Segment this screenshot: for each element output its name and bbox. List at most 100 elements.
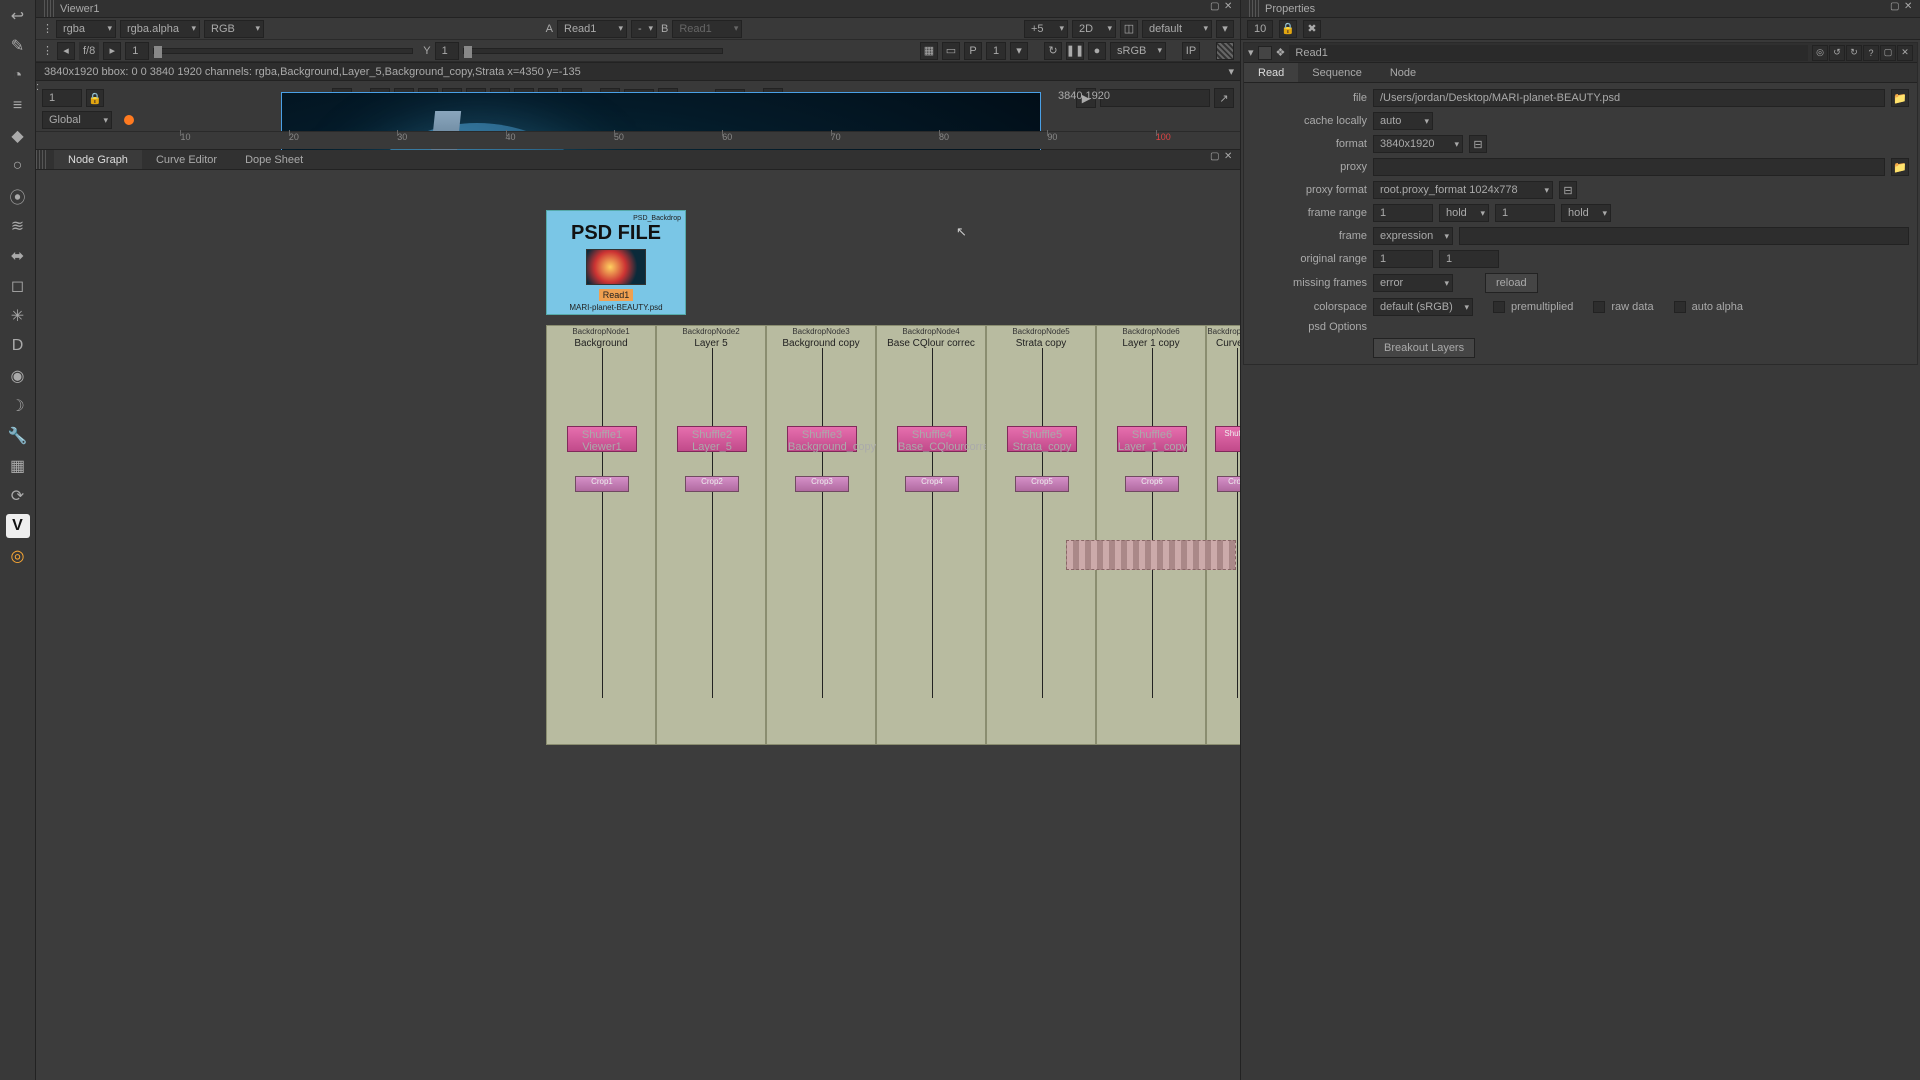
first-frame-field[interactable]: 1 — [42, 89, 82, 107]
gain-slider[interactable] — [153, 48, 413, 54]
gain-dropdown[interactable]: +5 — [1024, 20, 1068, 38]
undock-icon[interactable]: ▢ — [1210, 1, 1222, 13]
alpha-dropdown[interactable]: rgba.alpha — [120, 20, 200, 38]
reload-button[interactable]: reload — [1485, 273, 1538, 293]
viewer-statusbar[interactable]: 3840x1920 bbox: 0 0 3840 1920 channels: … — [36, 62, 1240, 80]
tool-d-icon[interactable]: D — [6, 334, 30, 358]
shuffle-node[interactable]: Shuffle2Layer_5 — [677, 426, 747, 452]
pause-icon[interactable]: ❚❚ — [1066, 42, 1084, 60]
colorspace-dropdown[interactable]: RGB — [204, 20, 264, 38]
orig-first-field[interactable]: 1 — [1373, 250, 1433, 268]
raw-checkbox[interactable] — [1593, 301, 1605, 313]
node-graph-canvas[interactable]: PSD_Backdrop PSD FILE Read1 MARI-planet-… — [36, 170, 1240, 1080]
viewmode-dropdown[interactable]: 2D — [1072, 20, 1116, 38]
tool-star-icon[interactable]: ✳ — [6, 304, 30, 328]
layer-column[interactable]: BackdropNode1BackgroundShuffle1Viewer1Cr… — [546, 325, 656, 745]
tab-dope-sheet[interactable]: Dope Sheet — [231, 150, 317, 169]
clear-all-icon[interactable]: ✖ — [1303, 20, 1321, 38]
ip-button[interactable]: IP — [1182, 42, 1200, 60]
tool-cube-icon[interactable]: ◻ — [6, 274, 30, 298]
gain-value[interactable]: 1 — [125, 42, 149, 60]
frame-mode-dropdown[interactable]: expression — [1373, 227, 1453, 245]
gamma-value[interactable]: 1 — [435, 42, 459, 60]
tool-grid-icon[interactable]: ▦ — [6, 454, 30, 478]
folder-icon[interactable]: 📁 — [1891, 158, 1909, 176]
redo-icon[interactable]: ↻ — [1846, 45, 1862, 61]
tool-wrench-icon[interactable]: 🔧 — [6, 424, 30, 448]
frame-expr-field[interactable] — [1459, 227, 1909, 245]
crop-node[interactable]: Crop5 — [1015, 476, 1069, 492]
viewer-cs-dropdown[interactable]: sRGB — [1110, 42, 1166, 60]
orig-last-field[interactable]: 1 — [1439, 250, 1499, 268]
revert-icon[interactable]: ↺ — [1829, 45, 1845, 61]
tab-curve-editor[interactable]: Curve Editor — [142, 150, 231, 169]
layer-column[interactable]: BackdropNode3Background copyShuffle3Back… — [766, 325, 876, 745]
refresh-icon[interactable]: ↻ — [1044, 42, 1062, 60]
crop-node[interactable]: Crop6 — [1125, 476, 1179, 492]
layer-column[interactable]: BackdropNode6Layer 1 copyShuffle6Layer_1… — [1096, 325, 1206, 745]
next-frame-icon[interactable]: ▸ — [103, 42, 121, 60]
layer-column[interactable]: BackdropNode4Base CQlour correcShuffle4B… — [876, 325, 986, 745]
close-icon[interactable]: ✕ — [1224, 1, 1236, 13]
lock-icon[interactable]: 🔒 — [86, 89, 104, 107]
premult-checkbox[interactable] — [1493, 301, 1505, 313]
breakout-layers-button[interactable]: Breakout Layers — [1373, 338, 1475, 358]
channel-dropdown[interactable]: rgba — [56, 20, 116, 38]
tool-pen-icon[interactable]: ✎ — [6, 34, 30, 58]
link-icon[interactable]: ⊟ — [1559, 181, 1577, 199]
cache-dropdown[interactable]: auto — [1373, 112, 1433, 130]
crop-node[interactable]: Crop1 — [575, 476, 629, 492]
playhead-icon[interactable] — [124, 115, 134, 125]
shuffle-node[interactable]: Shuffle7 — [1215, 426, 1240, 452]
layer-column[interactable]: BackdropNode2Layer 5Shuffle2Layer_5Crop2 — [656, 325, 766, 745]
grip-icon[interactable] — [44, 0, 54, 17]
tool-back-icon[interactable]: ↩ — [6, 4, 30, 28]
layer-column[interactable]: BackdropNode7Curves 2Shuffle7Crop7 — [1206, 325, 1240, 745]
tool-move-icon[interactable]: ⬌ — [6, 244, 30, 268]
tool-dot-icon[interactable]: ⦿ — [6, 184, 30, 208]
timeline-ruler[interactable]: 10 20 30 40 50 60 70 80 90 100 — [36, 131, 1240, 149]
lock-icon[interactable]: 🔒 — [1279, 20, 1297, 38]
tool-refresh-icon[interactable]: ⟳ — [6, 484, 30, 508]
node-color-icon[interactable] — [1258, 46, 1272, 60]
file-field[interactable]: /Users/jordan/Desktop/MARI-planet-BEAUTY… — [1373, 89, 1885, 107]
crop-node[interactable]: Crop2 — [685, 476, 739, 492]
tab-node[interactable]: Node — [1376, 63, 1430, 82]
downrez-value[interactable]: 1 — [986, 42, 1006, 60]
colorspace-dropdown[interactable]: default (sRGB) — [1373, 298, 1473, 316]
crop-node[interactable]: Crop7 — [1217, 476, 1240, 492]
grip-icon[interactable]: ⋮ — [42, 44, 53, 57]
layer-column[interactable]: BackdropNode5Strata copyShuffle5Strata_c… — [986, 325, 1096, 745]
node-name-field[interactable]: Read1 — [1289, 45, 1808, 61]
tab-node-graph[interactable]: Node Graph — [54, 150, 142, 169]
proxyfmt-dropdown[interactable]: root.proxy_format 1024x778 — [1373, 181, 1553, 199]
record-icon[interactable]: ● — [1088, 42, 1106, 60]
shuffle-node[interactable]: Shuffle4Base_CQlourcorrect — [897, 426, 967, 452]
range-first-field[interactable]: 1 — [1373, 204, 1433, 222]
gamma-slider[interactable] — [463, 48, 723, 54]
close-icon[interactable]: ✕ — [1224, 151, 1236, 163]
stereo-icon[interactable]: ◫ — [1120, 20, 1138, 38]
folder-icon[interactable]: 📁 — [1891, 89, 1909, 107]
shuffle-node[interactable]: Shuffle3Background_copy — [787, 426, 857, 452]
center-icon[interactable]: ◎ — [1812, 45, 1828, 61]
tool-layers-icon[interactable]: ≋ — [6, 214, 30, 238]
tab-read[interactable]: Read — [1244, 63, 1298, 82]
lut-menu-icon[interactable]: ▾ — [1216, 20, 1234, 38]
range-last-field[interactable]: 1 — [1495, 204, 1555, 222]
chevron-down-icon[interactable]: ▾ — [1010, 42, 1028, 60]
collapse-icon[interactable]: ▾ — [1248, 46, 1254, 59]
max-panels-field[interactable]: 10 — [1247, 20, 1273, 38]
proxy-field[interactable] — [1373, 158, 1885, 176]
autoalpha-checkbox[interactable] — [1674, 301, 1686, 313]
link-icon[interactable]: ⊟ — [1469, 135, 1487, 153]
tool-list-icon[interactable]: ≡ — [6, 94, 30, 118]
help-icon[interactable]: ? — [1863, 45, 1879, 61]
shuffle-node[interactable]: Shuffle1Viewer1 — [567, 426, 637, 452]
tool-viewer-icon[interactable]: V — [6, 514, 30, 538]
tool-clock-icon[interactable]: ◔ — [6, 64, 30, 88]
shuffle-node[interactable]: Shuffle6Layer_1_copy — [1117, 426, 1187, 452]
tool-moon-icon[interactable]: ☽ — [6, 394, 30, 418]
tool-target-icon[interactable]: ◉ — [6, 364, 30, 388]
grip-icon[interactable]: ⋮ — [42, 22, 52, 35]
